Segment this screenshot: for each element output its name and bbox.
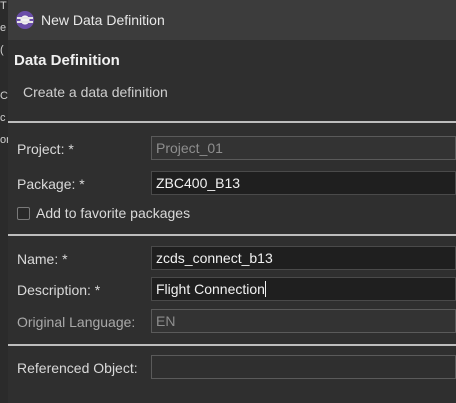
original-language-field[interactable]: EN [151,309,456,333]
text-caret [264,281,266,297]
wizard-page-title: Data Definition [14,52,120,69]
screen: T (3) e ( C c or New Data Definition Dat… [0,0,456,403]
wizard-page-description: Create a data definition [23,84,168,100]
dialog-title: New Data Definition [41,12,165,28]
description-field[interactable]: Flight Connection [151,277,456,301]
wizard-header: Data Definition Create a data definition [8,40,456,120]
project-label: Project: * [17,141,74,157]
referenced-object-label: Referenced Object: [17,360,138,376]
description-value: Flight Connection [156,281,265,297]
referenced-object-field[interactable] [151,355,456,379]
background-text: or [0,134,8,146]
project-field[interactable]: Project_01 [151,136,456,160]
original-language-label: Original Language: [17,314,136,330]
name-field[interactable]: zcds_connect_b13 [151,246,456,270]
header-separator [8,121,456,123]
background-text: T (3) [0,0,8,12]
package-field[interactable]: ZBC400_B13 [151,171,456,195]
background-text: e [0,22,7,34]
package-label: Package: * [17,176,85,192]
section-separator [8,234,456,236]
background-text: c [0,112,6,124]
background-text: ( [0,44,4,56]
favorite-packages-label[interactable]: Add to favorite packages [36,205,190,221]
name-label: Name: * [17,251,68,267]
favorite-packages-checkbox[interactable] [17,207,30,220]
dialog-titlebar[interactable]: New Data Definition [8,0,456,40]
section-separator [8,344,456,346]
new-data-definition-dialog: New Data Definition Data Definition Crea… [8,0,456,403]
eclipse-icon [16,11,34,29]
background-window: T (3) e ( C c or [0,0,8,403]
description-label: Description: * [17,282,101,298]
background-text: C [0,90,8,102]
